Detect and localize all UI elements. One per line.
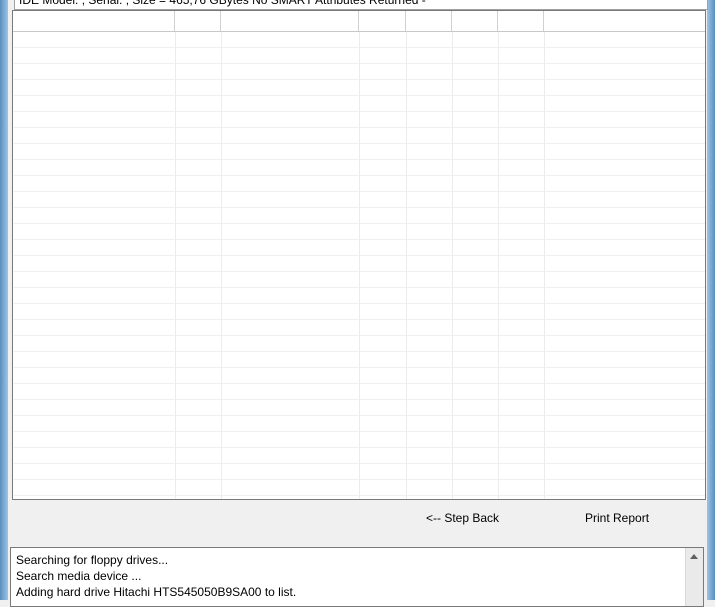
grid-column-divider [406, 32, 407, 499]
grid-column-divider [544, 32, 545, 499]
drive-status-line: IDE Model: , Serial: , Size = 465,76 GBy… [14, 0, 708, 10]
log-scrollbar[interactable] [685, 548, 703, 606]
column-header[interactable] [452, 11, 498, 31]
grid-column-divider [498, 32, 499, 499]
column-header[interactable] [406, 11, 452, 31]
column-header[interactable] [359, 11, 406, 31]
window-frame-right [707, 0, 715, 600]
grid-column-divider [359, 32, 360, 499]
grid-column-divider [452, 32, 453, 499]
column-header[interactable] [13, 11, 175, 31]
column-header[interactable] [221, 11, 359, 31]
grid-column-divider [175, 32, 176, 499]
smart-attributes-grid[interactable] [12, 10, 706, 500]
activity-log[interactable]: Searching for floppy drives... Search me… [10, 547, 704, 607]
log-line: Searching for floppy drives... [16, 553, 169, 567]
grid-column-divider [221, 32, 222, 499]
scroll-up-arrow-icon[interactable] [690, 554, 698, 559]
column-header[interactable] [498, 11, 544, 31]
column-header[interactable] [544, 11, 705, 31]
column-header[interactable] [175, 11, 221, 31]
log-line: Adding hard drive Hitachi HTS545050B9SA0… [16, 585, 297, 599]
log-line: Search media device ... [16, 569, 142, 583]
print-report-button[interactable]: Print Report [585, 511, 649, 525]
smart-panel: IDE Model: , Serial: , Size = 465,76 GBy… [8, 0, 708, 543]
step-back-button[interactable]: <-- Step Back [426, 511, 499, 525]
grid-header [13, 11, 705, 32]
window-frame-left [0, 0, 8, 600]
